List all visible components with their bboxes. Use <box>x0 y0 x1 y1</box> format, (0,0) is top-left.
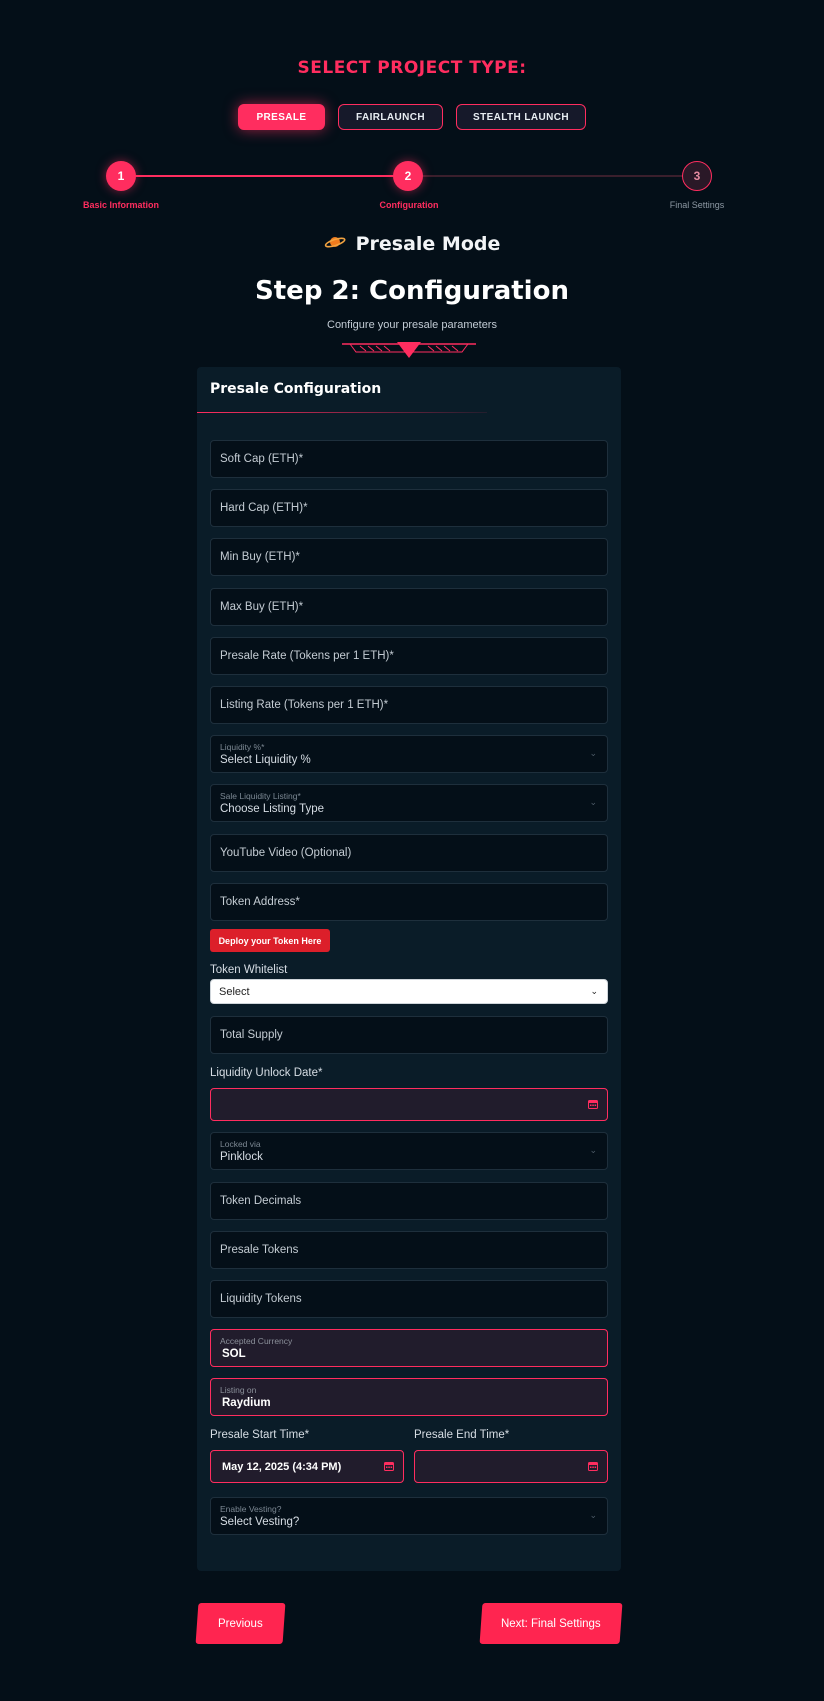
enable-vesting-select[interactable]: Enable Vesting? Select Vesting? ⌄ <box>210 1497 608 1535</box>
presale-type-button[interactable]: PRESALE <box>238 104 325 130</box>
calendar-icon <box>588 1462 598 1471</box>
step-3-label: Final Settings <box>669 200 725 210</box>
token-whitelist-label: Token Whitelist <box>210 964 288 976</box>
step-1-circle: 1 <box>106 161 136 191</box>
chevron-down-icon: ⌄ <box>589 1145 597 1155</box>
presale-rate-input[interactable]: Presale Rate (Tokens per 1 ETH)* <box>210 637 608 675</box>
token-decimals-placeholder: Token Decimals <box>220 1195 302 1207</box>
min-buy-input[interactable]: Min Buy (ETH)* <box>210 538 608 576</box>
listing-rate-input[interactable]: Listing Rate (Tokens per 1 ETH)* <box>210 686 608 724</box>
chevron-down-icon: ⌄ <box>589 1510 597 1520</box>
sale-listing-label: Sale Liquidity Listing* <box>220 791 301 801</box>
locked-via-select[interactable]: Locked via Pinklock ⌄ <box>210 1132 608 1170</box>
min-buy-placeholder: Min Buy (ETH)* <box>220 551 300 563</box>
listing-on-label: Listing on <box>220 1385 257 1395</box>
step-2-label: Configuration <box>379 200 439 210</box>
next-final-settings-button[interactable]: Next: Final Settings <box>479 1603 623 1644</box>
stealth-launch-type-button[interactable]: STEALTH LAUNCH <box>456 104 586 130</box>
calendar-icon <box>384 1462 394 1471</box>
locked-via-value: Pinklock <box>220 1151 263 1163</box>
listing-rate-placeholder: Listing Rate (Tokens per 1 ETH)* <box>220 699 389 711</box>
max-buy-placeholder: Max Buy (ETH)* <box>220 601 304 613</box>
total-supply-input[interactable]: Total Supply <box>210 1016 608 1054</box>
liquidity-select[interactable]: Liquidity %* Select Liquidity % ⌄ <box>210 735 608 773</box>
accepted-currency-label: Accepted Currency <box>220 1336 293 1346</box>
token-whitelist-value: Select <box>219 986 250 998</box>
step-3-circle: 3 <box>682 161 712 191</box>
page-title: Step 2: Configuration <box>255 276 569 306</box>
deploy-token-button[interactable]: Deploy your Token Here <box>210 929 330 952</box>
liquidity-unlock-date-input[interactable] <box>210 1088 608 1121</box>
presale-start-time-label: Presale Start Time* <box>210 1429 310 1441</box>
token-address-placeholder: Token Address* <box>220 896 300 908</box>
youtube-video-input[interactable]: YouTube Video (Optional) <box>210 834 608 872</box>
previous-button-label: Previous <box>218 1617 263 1630</box>
presale-end-time-input[interactable] <box>414 1450 608 1483</box>
presale-end-time-label: Presale End Time* <box>414 1429 510 1441</box>
progress-stepper: 1 2 3 Basic Information Configuration Fi… <box>0 160 824 210</box>
liquidity-tokens-input[interactable]: Liquidity Tokens <box>210 1280 608 1318</box>
total-supply-placeholder: Total Supply <box>220 1029 283 1041</box>
decorative-divider <box>342 338 476 363</box>
step-line-pending <box>423 175 696 177</box>
card-title: Presale Configuration <box>210 381 382 397</box>
presale-tokens-input[interactable]: Presale Tokens <box>210 1231 608 1269</box>
accepted-currency-value: SOL <box>222 1348 246 1360</box>
hard-cap-placeholder: Hard Cap (ETH)* <box>220 502 308 514</box>
step-2-circle: 2 <box>393 161 423 191</box>
page-subtitle: Configure your presale parameters <box>327 319 497 331</box>
vesting-value: Select Vesting? <box>220 1516 300 1528</box>
planet-icon <box>324 234 346 255</box>
token-address-input[interactable]: Token Address* <box>210 883 608 921</box>
sale-listing-value: Choose Listing Type <box>220 803 324 815</box>
soft-cap-input[interactable]: Soft Cap (ETH)* <box>210 440 608 478</box>
chevron-down-icon: ⌄ <box>589 797 597 807</box>
hard-cap-input[interactable]: Hard Cap (ETH)* <box>210 489 608 527</box>
token-whitelist-select[interactable]: Select ⌄ <box>210 979 608 1004</box>
step-line-completed <box>135 175 408 177</box>
liquidity-value: Select Liquidity % <box>220 754 311 766</box>
liquidity-unlock-date-label: Liquidity Unlock Date* <box>210 1067 323 1079</box>
mode-indicator: Presale Mode <box>0 233 824 255</box>
presale-rate-placeholder: Presale Rate (Tokens per 1 ETH)* <box>220 650 394 662</box>
vesting-label: Enable Vesting? <box>220 1504 282 1514</box>
fairlaunch-type-button[interactable]: FAIRLAUNCH <box>338 104 443 130</box>
card-title-underline <box>197 412 487 413</box>
youtube-placeholder: YouTube Video (Optional) <box>220 847 352 859</box>
chevron-down-icon: ⌄ <box>589 748 597 758</box>
project-type-heading: SELECT PROJECT TYPE: <box>297 58 527 78</box>
listing-on-field[interactable]: Listing on Raydium <box>210 1378 608 1416</box>
next-button-label: Next: Final Settings <box>501 1617 601 1630</box>
presale-tokens-placeholder: Presale Tokens <box>220 1244 299 1256</box>
locked-via-label: Locked via <box>220 1139 261 1149</box>
listing-on-value: Raydium <box>222 1397 271 1409</box>
sale-liquidity-listing-select[interactable]: Sale Liquidity Listing* Choose Listing T… <box>210 784 608 822</box>
mode-title: Presale Mode <box>355 233 501 255</box>
project-type-selector: PRESALE FAIRLAUNCH STEALTH LAUNCH <box>0 104 824 130</box>
max-buy-input[interactable]: Max Buy (ETH)* <box>210 588 608 626</box>
start-time-value: May 12, 2025 (4:34 PM) <box>222 1461 342 1473</box>
chevron-down-icon: ⌄ <box>590 986 598 996</box>
liquidity-tokens-placeholder: Liquidity Tokens <box>220 1293 302 1305</box>
soft-cap-placeholder: Soft Cap (ETH)* <box>220 453 304 465</box>
previous-button[interactable]: Previous <box>195 1603 286 1644</box>
calendar-icon <box>588 1100 598 1109</box>
liquidity-label: Liquidity %* <box>220 742 265 752</box>
token-decimals-input[interactable]: Token Decimals <box>210 1182 608 1220</box>
presale-configuration-card: Presale Configuration Soft Cap (ETH)* Ha… <box>197 367 621 1571</box>
presale-start-time-input[interactable]: May 12, 2025 (4:34 PM) <box>210 1450 404 1483</box>
step-1-label: Basic Information <box>82 200 159 210</box>
accepted-currency-field[interactable]: Accepted Currency SOL <box>210 1329 608 1367</box>
